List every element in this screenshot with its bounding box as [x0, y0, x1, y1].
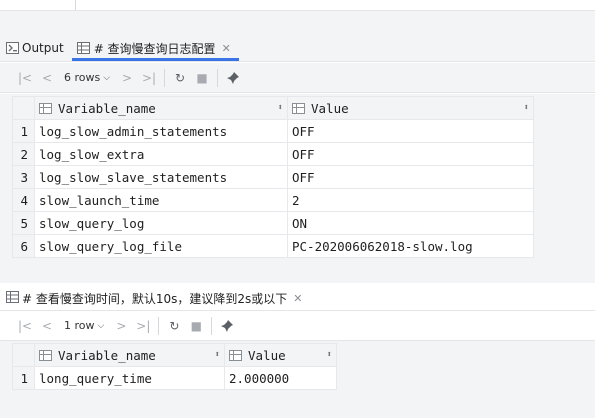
- sort-icon[interactable]: ⬍: [524, 103, 529, 113]
- rows-count: 6 rows: [64, 71, 101, 84]
- cell-variable-name[interactable]: log_slow_extra: [34, 142, 288, 166]
- last-page-icon[interactable]: >|: [132, 315, 154, 337]
- row-number: 1: [12, 119, 35, 143]
- tab-query-2-label: # 查看慢查询时间，默认10s，建议降到2s或以下: [22, 292, 288, 306]
- tab-query-2[interactable]: # 查看慢查询时间，默认10s，建议降到2s或以下 ✕: [0, 284, 311, 310]
- divider: [75, 0, 76, 10]
- table-row[interactable]: 3 log_slow_slave_statements OFF: [12, 165, 534, 189]
- cell-value[interactable]: OFF: [287, 165, 534, 189]
- row-number: 1: [12, 366, 35, 390]
- output-console-icon: [5, 41, 19, 55]
- result-toolbar: |< < 6 rows ⌵ > >| ↻ ■: [0, 63, 595, 93]
- row-number: 5: [12, 211, 35, 235]
- tab-query-1[interactable]: # 查询慢查询日志配置 ✕: [71, 35, 239, 61]
- column-icon: [39, 349, 52, 361]
- toolbar-separator: [211, 316, 213, 335]
- tab-output-label: Output: [22, 41, 64, 55]
- cell-value[interactable]: 2.000000: [224, 366, 337, 390]
- first-page-icon[interactable]: |<: [14, 315, 36, 337]
- cell-value[interactable]: 2: [287, 188, 534, 212]
- column-name: Variable_name: [58, 100, 156, 116]
- refresh-icon[interactable]: ↻: [163, 315, 185, 337]
- cell-value[interactable]: PC-202006062018-slow.log: [287, 234, 534, 258]
- row-number: 6: [12, 234, 35, 258]
- prev-page-icon[interactable]: <: [36, 315, 58, 337]
- row-number-header: [12, 343, 35, 367]
- cell-variable-name[interactable]: long_query_time: [34, 366, 225, 390]
- rows-count: 1 row: [64, 319, 95, 332]
- column-icon: [292, 102, 305, 114]
- chevron-down-icon: ⌵: [103, 72, 111, 83]
- table-row[interactable]: 5 slow_query_log ON: [12, 211, 534, 235]
- editor-strip: [0, 0, 595, 36]
- table-icon: [77, 41, 91, 55]
- last-page-icon[interactable]: >|: [138, 67, 160, 89]
- rows-dropdown[interactable]: 1 row ⌵: [58, 315, 110, 337]
- cell-variable-name[interactable]: slow_launch_time: [34, 188, 288, 212]
- rows-dropdown[interactable]: 6 rows ⌵: [58, 67, 116, 89]
- cell-value[interactable]: OFF: [287, 142, 534, 166]
- next-page-icon[interactable]: >: [110, 315, 132, 337]
- column-name: Variable_name: [58, 347, 156, 363]
- first-page-icon[interactable]: |<: [14, 67, 36, 89]
- cell-value[interactable]: OFF: [287, 119, 534, 143]
- column-name: Value: [311, 100, 349, 116]
- close-icon[interactable]: ✕: [222, 42, 231, 55]
- refresh-icon[interactable]: ↻: [169, 67, 191, 89]
- pin-icon[interactable]: [222, 67, 244, 89]
- stop-icon[interactable]: ■: [191, 67, 213, 89]
- prev-page-icon[interactable]: <: [36, 67, 58, 89]
- cell-variable-name[interactable]: log_slow_admin_statements: [34, 119, 288, 143]
- table-row[interactable]: 1 log_slow_admin_statements OFF: [12, 119, 534, 143]
- next-page-icon[interactable]: >: [116, 67, 138, 89]
- cell-variable-name[interactable]: slow_query_log: [34, 211, 288, 235]
- table-row[interactable]: 6 slow_query_log_file PC-202006062018-sl…: [12, 234, 534, 258]
- editor-band: [0, 10, 595, 36]
- column-header-value[interactable]: Value ⬍: [224, 343, 337, 367]
- result-tabbar-2: # 查看慢查询时间，默认10s，建议降到2s或以下 ✕: [0, 283, 595, 311]
- pin-icon[interactable]: [216, 315, 238, 337]
- row-number: 2: [12, 142, 35, 166]
- column-header-value[interactable]: Value ⬍: [287, 96, 534, 120]
- column-icon: [229, 349, 242, 361]
- cell-variable-name[interactable]: slow_query_log_file: [34, 234, 288, 258]
- column-name: Value: [248, 347, 286, 363]
- cell-variable-name[interactable]: log_slow_slave_statements: [34, 165, 288, 189]
- tab-output[interactable]: Output: [0, 35, 72, 61]
- result-grid: Variable_name ⬍ Value ⬍ 1 log_slow_admin_s…: [12, 96, 534, 258]
- stop-icon[interactable]: ■: [185, 315, 207, 337]
- result-grid-area: Variable_name ⬍ Value ⬍ 1 log_slow_admin_s…: [0, 94, 595, 283]
- column-header-variable-name[interactable]: Variable_name ⬍: [34, 343, 225, 367]
- table-row[interactable]: 4 slow_launch_time 2: [12, 188, 534, 212]
- cell-value[interactable]: ON: [287, 211, 534, 235]
- row-number-header: [12, 96, 35, 120]
- close-icon[interactable]: ✕: [293, 292, 302, 305]
- table-row[interactable]: 1 long_query_time 2.000000: [12, 366, 337, 390]
- toolbar-separator: [217, 68, 219, 87]
- toolbar-separator: [158, 316, 160, 335]
- table-row[interactable]: 2 log_slow_extra OFF: [12, 142, 534, 166]
- chevron-down-icon: ⌵: [97, 320, 105, 331]
- column-header-variable-name[interactable]: Variable_name ⬍: [34, 96, 288, 120]
- result-grid-2: Variable_name ⬍ Value ⬍ 1 long_query_time …: [12, 343, 337, 390]
- result-tabbar: Output # 查询慢查询日志配置 ✕: [0, 36, 595, 62]
- sort-icon[interactable]: ⬍: [278, 103, 283, 113]
- toolbar-separator: [164, 68, 166, 87]
- tab-query-1-label: # 查询慢查询日志配置: [93, 41, 216, 56]
- row-number: 3: [12, 165, 35, 189]
- column-icon: [39, 102, 52, 114]
- sort-icon[interactable]: ⬍: [215, 350, 220, 360]
- sort-icon[interactable]: ⬍: [327, 350, 332, 360]
- table-icon: [5, 290, 19, 304]
- result-grid-area-2: Variable_name ⬍ Value ⬍ 1 long_query_time …: [0, 341, 595, 418]
- row-number: 4: [12, 188, 35, 212]
- result-toolbar-2: |< < 1 row ⌵ > >| ↻ ■: [0, 311, 595, 341]
